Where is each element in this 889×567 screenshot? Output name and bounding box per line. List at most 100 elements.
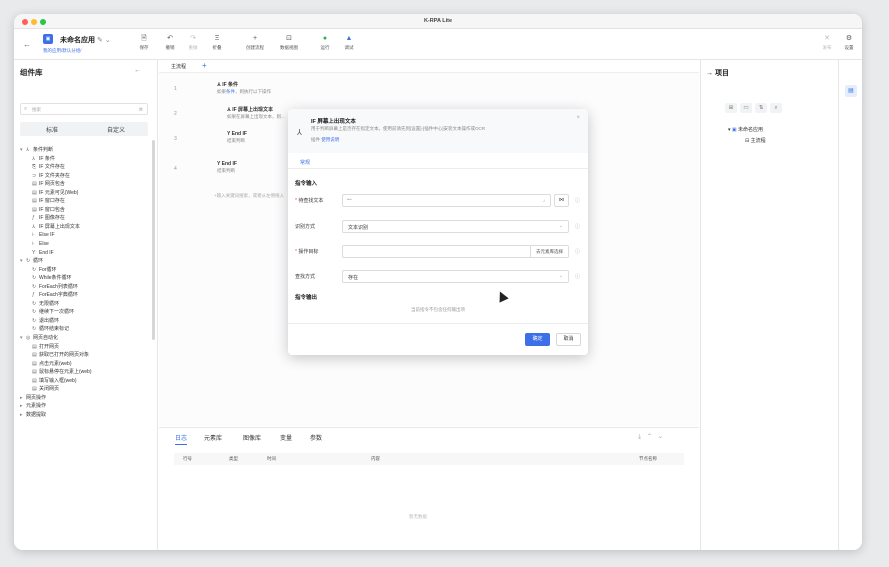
tree-item[interactable]: ƒ IF 图像存在 — [20, 214, 152, 223]
component-search-input[interactable]: ⌕ 搜索 ⌘ — [20, 103, 148, 115]
tree-item[interactable]: ↻ 退出循环 — [20, 317, 152, 326]
settings-button[interactable]: ⚙ 设置 — [836, 34, 862, 51]
help-icon[interactable]: ⓘ — [575, 223, 580, 230]
tree-item[interactable]: ⅄ IF 屏幕上出现文本 — [20, 223, 152, 232]
tree-item[interactable]: ⊦ Else IF — [20, 231, 152, 240]
tree-group-element-actions[interactable]: ▸ 元素操作 — [20, 402, 152, 411]
chevron-down-icon[interactable]: ⌄ — [658, 434, 669, 440]
project-tree-item[interactable]: ⊟ 主流程 — [745, 137, 766, 144]
method-select[interactable]: 文本识别 ⌄ — [342, 220, 569, 233]
tab-standard[interactable]: 标准 — [20, 125, 84, 134]
flow-icon: ⊟ — [745, 138, 750, 144]
import-icon[interactable]: ⇅ — [755, 103, 767, 113]
help-icon[interactable]: ⓘ — [575, 273, 580, 280]
cancel-button[interactable]: 取消 — [556, 333, 581, 346]
tree-item[interactable]: ↻ ForEach列表循环 — [20, 283, 152, 292]
target-input[interactable]: 去元素库选择 — [342, 245, 569, 258]
add-flow-icon[interactable]: + — [202, 61, 207, 70]
tree-item[interactable]: ↻ 无限循环 — [20, 300, 152, 309]
text-input[interactable]: ⊷ ⌟ — [342, 194, 551, 207]
chevron-down-icon[interactable]: ⌄ — [105, 37, 111, 44]
collapse-button[interactable]: Ξ 折叠 — [204, 34, 230, 51]
scrollbar[interactable] — [152, 140, 155, 340]
loop-icon: ↻ — [32, 283, 37, 290]
debug-icon: ▲ — [345, 35, 353, 42]
tree-group-web-automation[interactable]: ▾ ◎ 网页自动化 — [20, 334, 152, 343]
insert-variable-button[interactable]: ⋈ — [554, 194, 569, 207]
help-icon[interactable]: ⓘ — [575, 248, 580, 255]
flow-node[interactable]: Y End IF 结束判断 — [227, 131, 247, 144]
back-arrow-icon[interactable]: ← — [23, 40, 31, 49]
new-flow-icon[interactable]: ⊞ — [725, 103, 737, 113]
pick-element-button[interactable]: 去元素库选择 — [530, 246, 568, 257]
flow-node[interactable]: ⅄ IF 条件 如果条件，则执行以下操作 — [217, 81, 271, 95]
tree-group-loop[interactable]: ▾ ↻ 循环 — [20, 257, 152, 266]
new-folder-icon[interactable]: ▭ — [740, 103, 752, 113]
tree-group-web-actions[interactable]: ▸ 网页操作 — [20, 394, 152, 403]
bottom-panel: 日志 元素库 图像库 变量 参数 ⤓⌃⌄ 行号 类型 时间 内容 节点名称 暂无… — [159, 427, 699, 550]
data-view-button[interactable]: ⊡ 数据视图 — [276, 34, 302, 51]
search-icon[interactable]: ⌕ — [770, 103, 782, 113]
variable-icon[interactable]: ⊷ — [347, 197, 352, 203]
help-icon[interactable]: ⓘ — [575, 197, 580, 204]
tree-item[interactable]: ⊃ IF 文件夹存在 — [20, 172, 152, 181]
flow-node[interactable]: ⅄ IF 屏幕上出现文本 如果在屏幕上出现文本，则... — [227, 106, 285, 120]
tab-element-library[interactable]: 元素库 — [204, 433, 222, 442]
tree-item[interactable]: ▤ 填写输入框(web) — [20, 377, 152, 386]
column-header: 内容 — [371, 456, 380, 461]
find-select[interactable]: 存在 ⌄ — [342, 270, 569, 283]
tab-main-flow[interactable]: 主流程 — [165, 63, 192, 70]
tree-item[interactable]: ▤ IF 窗口包含 — [20, 206, 152, 215]
tree-item[interactable]: ▤ IF 网页包含 — [20, 180, 152, 189]
confirm-button[interactable]: 确定 — [525, 333, 550, 346]
edit-icon[interactable]: ✎ — [97, 37, 103, 44]
tree-item[interactable]: ↻ While条件循环 — [20, 274, 152, 283]
tab-log[interactable]: 日志 — [175, 433, 188, 445]
redo-button[interactable]: ↷ 重做 — [180, 34, 206, 51]
tab-general[interactable]: 常规 — [300, 159, 310, 166]
chevron-right-icon[interactable]: → — [706, 70, 713, 77]
download-icon[interactable]: ⤓ — [638, 434, 647, 440]
tree-group-condition[interactable]: ▾ ⅄ 条件判断 — [20, 146, 152, 155]
find-label: 查找方式 — [295, 274, 316, 280]
app-name[interactable]: 未命名应用 ✎ ⌄ — [60, 35, 111, 45]
tree-item[interactable]: ƒ ForEach字典循环 — [20, 291, 152, 300]
flow-node[interactable]: Y End IF 结束判断 — [217, 161, 237, 174]
tree-item[interactable]: ▤ 关闭网页 — [20, 385, 152, 394]
target-label: * 操作目标 — [295, 249, 319, 255]
tree-item[interactable]: ▤ IF 元素可见(Web) — [20, 189, 152, 198]
tree-item[interactable]: ▤ 点击元素(web) — [20, 360, 152, 369]
tree-item[interactable]: ▤ 鼠标悬停在元素上(web) — [20, 368, 152, 377]
tree-item[interactable]: ⎘ IF 文件存在 — [20, 163, 152, 172]
tree-item[interactable]: ▤ 获取已打开的网页对象 — [20, 351, 152, 360]
debug-button[interactable]: ▲ 调试 — [336, 34, 362, 51]
run-button[interactable]: ● 运行 — [312, 34, 338, 51]
method-label: 识别方式 — [295, 224, 316, 230]
collapse-panel-icon[interactable]: ← — [134, 67, 141, 74]
tab-parameters[interactable]: 参数 — [310, 433, 322, 442]
app-path[interactable]: 我的应用/默认分组/ — [43, 48, 82, 54]
save-button[interactable]: 🗎 保存 — [131, 34, 157, 51]
tree-item[interactable]: Y End IF — [20, 249, 152, 258]
tab-variables[interactable]: 变量 — [280, 433, 292, 442]
tree-item[interactable]: ↻ For循环 — [20, 266, 152, 275]
tree-group-data-extraction[interactable]: ▸ 数据提取 — [20, 411, 152, 420]
close-icon[interactable]: × — [576, 115, 580, 121]
tree-item[interactable]: ↻ 循环结束标记 — [20, 325, 152, 334]
tree-item[interactable]: ↻ 继续下一次循环 — [20, 308, 152, 317]
maximize-icon[interactable]: ⌃ — [647, 434, 658, 440]
divider — [288, 168, 588, 169]
properties-icon[interactable]: ▤ — [845, 85, 857, 97]
element-icon: ▤ — [32, 189, 37, 196]
project-tree-item[interactable]: ▾ ▣ 未命名应用 — [728, 126, 763, 133]
tree-item[interactable]: ⅄ IF 条件 — [20, 155, 152, 164]
add-step-hint[interactable]: +输入关键词搜索，或者从左侧拖入 — [214, 193, 284, 199]
tab-image-library[interactable]: 图像库 — [243, 433, 261, 442]
tab-custom[interactable]: 自定义 — [84, 125, 148, 134]
tree-item[interactable]: ▤ 打开网页 — [20, 343, 152, 352]
create-flow-button[interactable]: + 创建流程 — [242, 34, 268, 51]
globe-icon: ◎ — [26, 335, 31, 342]
help-link[interactable]: 使用说明 — [321, 137, 339, 142]
tree-item[interactable]: ⊦ Else — [20, 240, 152, 249]
tree-item[interactable]: ▤ IF 窗口存在 — [20, 197, 152, 206]
